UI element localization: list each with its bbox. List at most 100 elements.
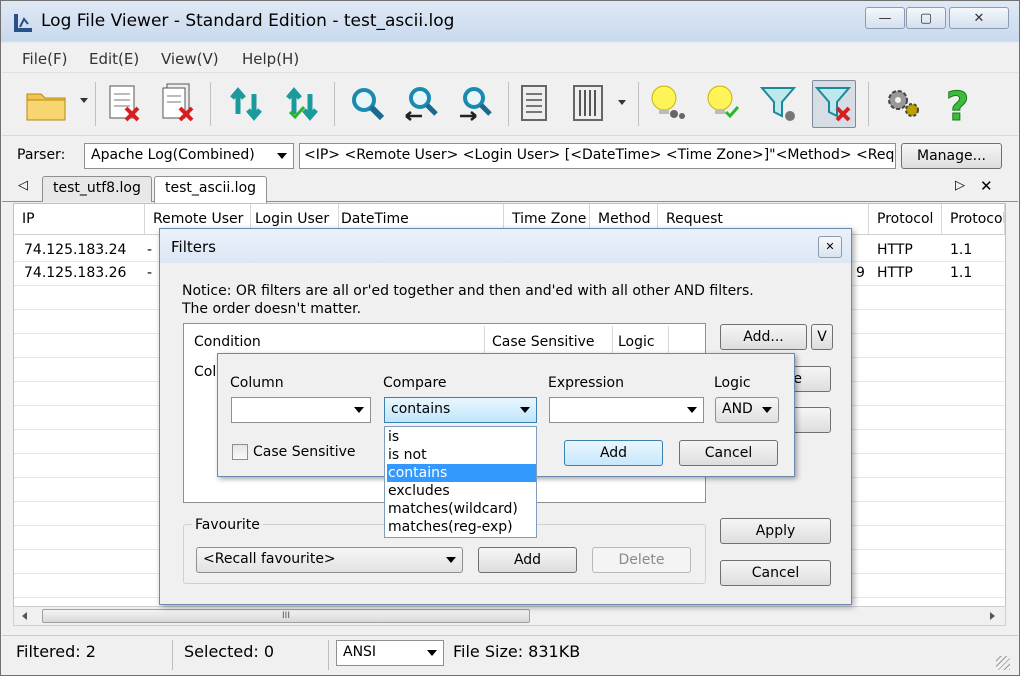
tab-scroll-left-icon[interactable]: ◁ xyxy=(18,178,28,193)
toolbar-separator xyxy=(95,82,96,126)
table-row-2-remote[interactable]: - xyxy=(147,265,152,281)
close-tab-icon[interactable]: ✕ xyxy=(980,177,993,195)
filter-list-header-condition[interactable]: Condition xyxy=(194,334,261,350)
menu-edit[interactable]: Edit(E) xyxy=(89,50,139,68)
bulb-settings-icon[interactable] xyxy=(646,80,690,128)
open-folder-icon[interactable] xyxy=(24,80,68,128)
case-sensitive-checkbox[interactable] xyxy=(232,444,248,460)
filter-list-header-divider xyxy=(612,326,613,354)
add-filter-confirm-button[interactable]: Add xyxy=(564,440,663,466)
toolbar-separator xyxy=(868,82,869,126)
compare-option-excludes[interactable]: excludes xyxy=(387,482,536,500)
filter-remove-icon[interactable] xyxy=(812,80,856,128)
filter-add-button[interactable]: Add... xyxy=(720,324,807,350)
app-logo-icon xyxy=(13,13,33,33)
scroll-right-icon[interactable] xyxy=(990,612,995,620)
toolbar-separator xyxy=(638,82,639,126)
toolbar: ? xyxy=(2,74,1018,136)
scrollbar-thumb[interactable]: III xyxy=(42,609,530,623)
close-all-icon[interactable] xyxy=(156,80,200,128)
compare-option-matches-regexp[interactable]: matches(reg-exp) xyxy=(387,518,536,536)
status-bar: Filtered: 2 Selected: 0 ANSI File Size: … xyxy=(2,635,1018,675)
scroll-left-icon[interactable] xyxy=(22,612,27,620)
chevron-down-icon xyxy=(687,407,697,413)
compare-select[interactable]: contains xyxy=(384,397,537,423)
compare-options-list[interactable]: is is not contains excludes matches(wild… xyxy=(384,426,537,538)
minimize-icon: — xyxy=(878,10,892,26)
compare-option-is-not[interactable]: is not xyxy=(387,446,536,464)
bulb-check-icon[interactable] xyxy=(702,80,746,128)
svg-text:?: ? xyxy=(946,84,969,126)
filter-settings-icon[interactable] xyxy=(758,80,802,128)
compare-option-is[interactable]: is xyxy=(387,428,536,446)
add-filter-cancel-button[interactable]: Cancel xyxy=(679,440,778,466)
compare-select-value: contains xyxy=(391,401,451,417)
logic-select[interactable]: AND xyxy=(715,397,779,423)
parser-format-field[interactable]: <IP> <Remote User> <Login User> [<DateTi… xyxy=(299,143,896,169)
search-icon[interactable] xyxy=(346,80,390,128)
table-row-2-protocol[interactable]: HTTP xyxy=(877,265,913,281)
menu-view[interactable]: View(V) xyxy=(161,50,219,68)
tab-scroll-right-icon[interactable]: ▷ xyxy=(955,178,965,193)
column-select[interactable] xyxy=(231,397,371,423)
minimize-button[interactable]: — xyxy=(865,7,905,29)
filter-list-header-divider xyxy=(484,326,485,354)
favourite-add-button[interactable]: Add xyxy=(478,547,577,573)
manage-button[interactable]: Manage... xyxy=(901,143,1002,169)
gear-icon[interactable] xyxy=(882,80,926,128)
filter-list-header-logic[interactable]: Logic xyxy=(618,334,655,350)
resize-grip-icon[interactable] xyxy=(996,656,1010,670)
column-header-protocol-version[interactable]: Protocol xyxy=(942,204,1005,234)
tab-test-ascii[interactable]: test_ascii.log xyxy=(154,176,268,203)
file-tab-bar: ◁ test_utf8.log test_ascii.log ▷ ✕ xyxy=(2,174,1018,203)
case-sensitive-label[interactable]: Case Sensitive xyxy=(253,444,356,460)
status-separator xyxy=(172,640,173,670)
maximize-button[interactable]: ▢ xyxy=(906,7,946,29)
parser-select[interactable]: Apache Log(Combined) xyxy=(84,143,294,169)
table-row-1-protocol[interactable]: HTTP xyxy=(877,242,913,258)
compare-option-contains[interactable]: contains xyxy=(387,464,536,482)
table-row-1-version[interactable]: 1.1 xyxy=(950,242,972,258)
column-header-ip[interactable]: IP xyxy=(14,204,145,234)
search-prev-icon[interactable] xyxy=(400,80,444,128)
column-label: Column xyxy=(230,375,284,391)
columns-icon[interactable] xyxy=(566,80,610,128)
favourite-select[interactable]: <Recall favourite> xyxy=(196,547,463,573)
refresh-icon[interactable] xyxy=(224,80,268,128)
table-row-2-request-tail[interactable]: 9 xyxy=(856,265,865,281)
document-icon[interactable] xyxy=(512,80,556,128)
menu-help[interactable]: Help(H) xyxy=(242,50,299,68)
favourite-delete-button[interactable]: Delete xyxy=(592,547,691,573)
open-dropdown-icon[interactable] xyxy=(80,98,88,103)
encoding-value: ANSI xyxy=(343,644,377,660)
logic-select-value: AND xyxy=(722,401,753,417)
search-next-icon[interactable] xyxy=(454,80,498,128)
expression-select[interactable] xyxy=(549,397,704,423)
filters-notice-line-2: The order doesn't matter. xyxy=(182,301,362,317)
column-header-protocol[interactable]: Protocol xyxy=(869,204,942,234)
close-button[interactable]: ✕ xyxy=(949,7,1009,29)
favourite-select-value: <Recall favourite> xyxy=(203,551,336,567)
encoding-select[interactable]: ANSI xyxy=(336,640,444,666)
toolbar-separator xyxy=(334,82,335,126)
columns-dropdown-icon[interactable] xyxy=(618,100,626,105)
table-row-1-remote[interactable]: - xyxy=(147,242,152,258)
apply-button[interactable]: Apply xyxy=(720,518,831,544)
filter-list-header-case-sensitive[interactable]: Case Sensitive xyxy=(492,334,595,350)
filter-logic-toggle-button[interactable]: V xyxy=(811,324,833,350)
refresh-check-icon[interactable] xyxy=(280,80,324,128)
menu-file[interactable]: File(F) xyxy=(22,50,67,68)
close-file-icon[interactable] xyxy=(102,80,146,128)
help-icon[interactable]: ? xyxy=(936,80,980,128)
horizontal-scrollbar[interactable]: III xyxy=(13,606,1006,626)
cancel-button[interactable]: Cancel xyxy=(720,560,831,586)
parser-format-value: <IP> <Remote User> <Login User> [<DateTi… xyxy=(304,147,896,163)
status-filtered: Filtered: 2 xyxy=(16,642,96,661)
compare-option-matches-wildcard[interactable]: matches(wildcard) xyxy=(387,500,536,518)
toolbar-separator xyxy=(508,82,509,126)
tab-test-utf8[interactable]: test_utf8.log xyxy=(42,176,152,202)
table-row-1-ip[interactable]: 74.125.183.24 xyxy=(24,242,126,258)
filters-dialog-close-button[interactable]: ✕ xyxy=(818,236,842,258)
table-row-2-ip[interactable]: 74.125.183.26 xyxy=(24,265,126,281)
table-row-2-version[interactable]: 1.1 xyxy=(950,265,972,281)
